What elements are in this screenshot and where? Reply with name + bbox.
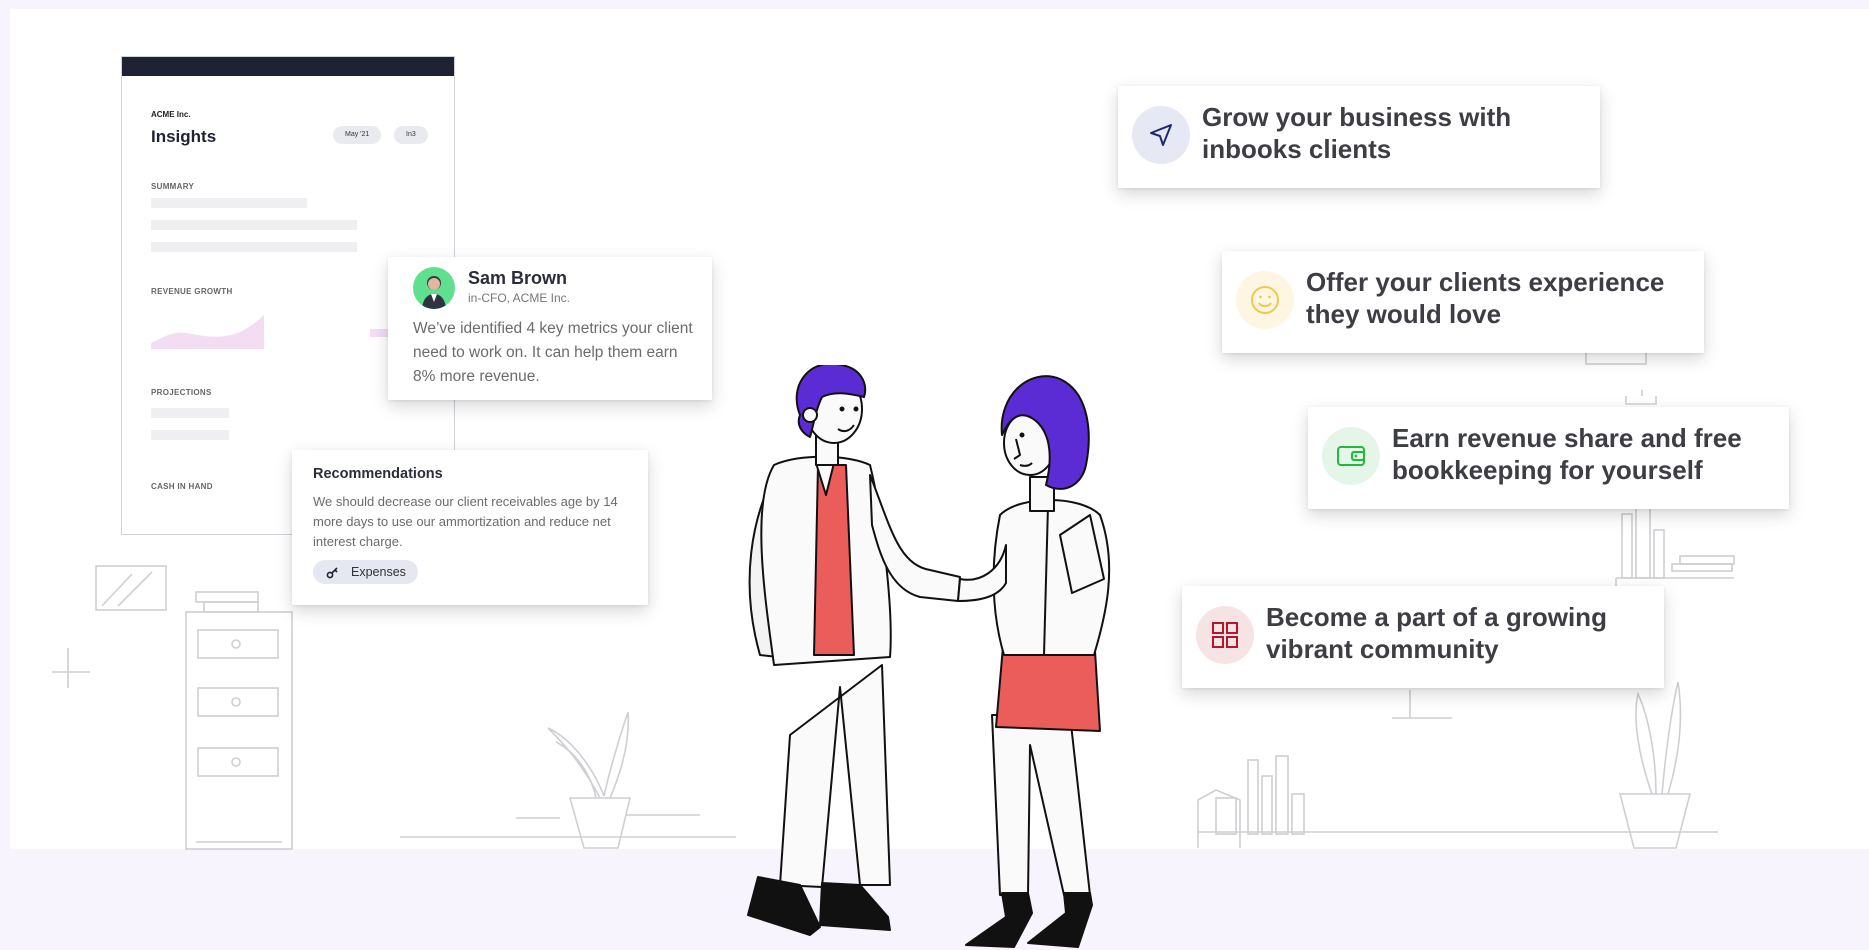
feature-text: Become a part of a growing vibrant commu… <box>1266 602 1607 664</box>
revenue-growth-section-label: REVENUE GROWTH <box>151 287 233 296</box>
recommendations-card: Recommendations We should decrease our c… <box>292 450 648 605</box>
feature-text: Offer your clients experience they would… <box>1306 267 1665 329</box>
document-title: Insights <box>151 127 217 146</box>
key-icon <box>326 567 338 579</box>
picture-frame-left <box>95 565 167 611</box>
man-figure <box>747 365 961 936</box>
advisor-role: in-CFO, ACME Inc. <box>468 291 571 305</box>
cash-in-hand-section-label: CASH IN HAND <box>151 482 213 491</box>
feature-card-revenue-share[interactable]: Earn revenue share and free bookkeeping … <box>1308 407 1789 509</box>
plant-pot-right <box>1618 793 1692 849</box>
advisor-name: Sam Brown <box>468 268 568 288</box>
period-pill[interactable]: In3 <box>394 126 428 144</box>
expenses-tag-label: Expenses <box>351 565 406 579</box>
document-header-bar <box>122 57 454 76</box>
smiley-icon <box>1236 271 1294 329</box>
feature-card-grow-business[interactable]: Grow your business with inbooks clients <box>1118 86 1600 188</box>
recommendations-text: We should decrease our client receivable… <box>313 494 618 549</box>
projections-section-label: PROJECTIONS <box>151 388 212 397</box>
wallet-icon <box>1322 427 1380 485</box>
feature-text: Earn revenue share and free bookkeeping … <box>1392 423 1742 485</box>
projections-placeholder-line <box>151 408 229 418</box>
feature-card-client-experience[interactable]: Offer your clients experience they would… <box>1222 251 1704 353</box>
advisor-message: We’ve identified 4 key metrics your clie… <box>413 320 693 385</box>
chart-fragment <box>370 329 388 337</box>
handshake-illustration <box>747 365 1111 948</box>
expenses-tag[interactable]: Expenses <box>313 560 418 584</box>
summary-placeholder-line <box>151 198 307 208</box>
summary-placeholder-line <box>151 242 357 252</box>
plant-pot-left <box>568 797 632 849</box>
avatar <box>413 267 455 309</box>
advisor-profile-card: Sam Brown in-CFO, ACME Inc. We’ve identi… <box>388 257 712 400</box>
recommendations-title: Recommendations <box>313 466 443 482</box>
summary-section-label: SUMMARY <box>151 182 195 191</box>
feature-card-community[interactable]: Become a part of a growing vibrant commu… <box>1182 586 1664 688</box>
date-pill[interactable]: May '21 <box>333 126 382 144</box>
woman-figure <box>957 375 1111 948</box>
navigation-arrow-icon <box>1132 106 1190 164</box>
grid-icon <box>1196 606 1254 664</box>
revenue-growth-sparkline <box>151 315 264 349</box>
company-name: ACME Inc. <box>151 110 191 119</box>
projections-placeholder-line <box>151 430 229 440</box>
feature-text: Grow your business with inbooks clients <box>1202 102 1512 164</box>
cabinet-books <box>195 591 259 603</box>
summary-placeholder-line <box>151 220 357 230</box>
